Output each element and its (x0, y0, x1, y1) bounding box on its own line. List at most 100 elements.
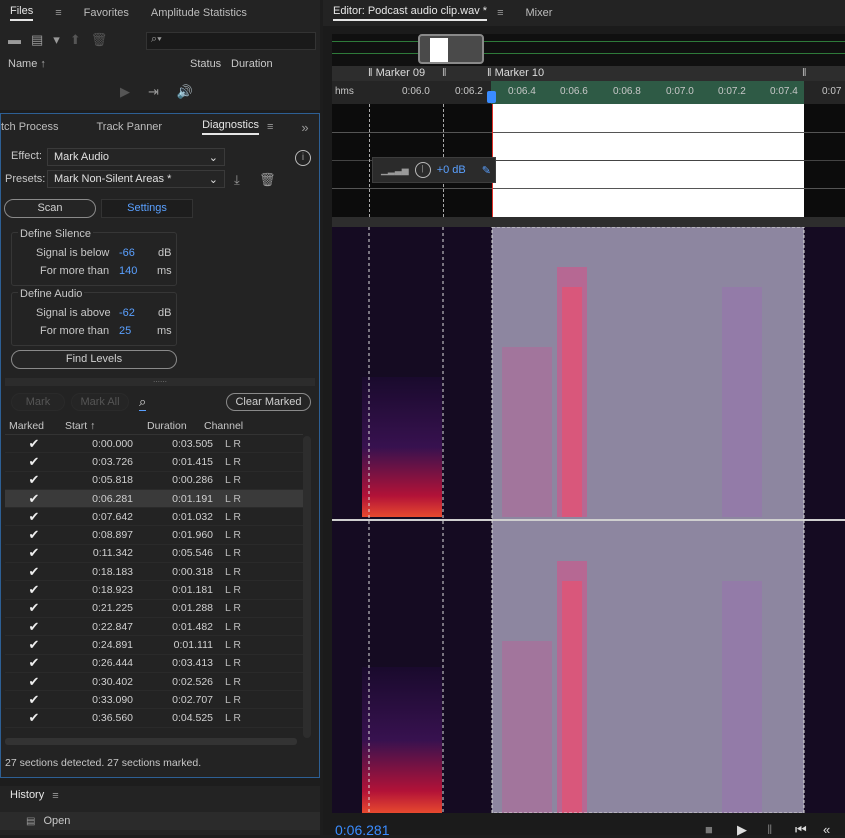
hud-gain[interactable]: ▁▂▃▅ | +0 dB ✎ (372, 157, 496, 183)
table-row[interactable]: ✔ 0:05.818 0:00.286 L R (5, 472, 303, 490)
check-icon[interactable]: ✔ (5, 436, 63, 452)
playhead-handle[interactable] (487, 91, 496, 103)
time-ruler[interactable]: hms 0:06.0 0:06.2 0:06.4 0:06.6 0:06.8 0… (332, 81, 845, 104)
open-folder-icon[interactable]: ▬ (8, 32, 21, 48)
table-scrollbar[interactable] (303, 436, 311, 738)
check-icon[interactable]: ✔ (5, 655, 63, 671)
menu-icon[interactable]: ≡ (267, 121, 273, 133)
overview-viewport[interactable] (418, 34, 484, 64)
speaker-icon[interactable]: 🔊 (177, 84, 193, 100)
tab-diagnostics[interactable]: Diagnostics (202, 119, 259, 135)
tab-files[interactable]: Files (10, 5, 34, 21)
table-row[interactable]: ✔ 0:11.342 0:05.546 L R (5, 545, 303, 564)
silence-duration-value[interactable]: 140 (119, 265, 137, 277)
pin-icon[interactable]: ✎ (482, 164, 491, 177)
mark-all-button[interactable]: Mark All (71, 393, 129, 411)
menu-icon[interactable]: ≡ (55, 7, 61, 19)
expand-icon[interactable]: » (301, 120, 308, 135)
check-icon[interactable]: ✔ (5, 674, 63, 690)
silence-signal-value[interactable]: -66 (119, 247, 135, 259)
effect-select[interactable]: Mark Audio ⌄ (47, 148, 225, 166)
horizontal-scrollbar[interactable] (5, 738, 297, 745)
table-row[interactable]: ✔ 0:07.642 0:01.032 L R (5, 508, 303, 527)
table-row[interactable]: ✔ 0:26.444 0:03.413 L R (5, 655, 303, 673)
check-icon[interactable]: ✔ (5, 472, 63, 488)
import-icon[interactable]: ▤ (31, 32, 43, 48)
tab-track-panner[interactable]: Track Panner (96, 121, 162, 133)
check-icon[interactable]: ✔ (5, 564, 63, 580)
presets-select[interactable]: Mark Non-Silent Areas * ⌄ (47, 170, 225, 188)
check-icon[interactable]: ✔ (5, 710, 63, 726)
check-icon[interactable]: ✔ (5, 582, 63, 598)
files-search-input[interactable]: ⌕▾ (146, 32, 316, 50)
save-preset-icon[interactable]: ⤓ (234, 172, 240, 188)
clear-marked-button[interactable]: Clear Marked (226, 393, 311, 411)
search-icon[interactable]: ⌕ (139, 394, 147, 411)
tab-favorites[interactable]: Favorites (84, 7, 129, 19)
check-icon[interactable]: ✔ (5, 600, 63, 616)
table-row[interactable]: ✔ 0:22.847 0:01.482 L R (5, 618, 303, 637)
table-row[interactable]: ✔ 0:18.923 0:01.181 L R (5, 581, 303, 600)
table-row[interactable]: ✔ 0:18.183 0:00.318 L R (5, 563, 303, 582)
check-icon[interactable]: ✔ (5, 545, 63, 561)
audio-signal-value[interactable]: -62 (119, 307, 135, 319)
new-file-icon[interactable]: ▾ (53, 32, 60, 48)
column-channel[interactable]: Channel (204, 420, 264, 432)
column-name[interactable]: Name (8, 58, 37, 70)
spectral-display[interactable] (332, 226, 845, 814)
history-item[interactable]: Open (43, 815, 70, 827)
overview-waveform[interactable] (332, 34, 845, 66)
timecode[interactable]: 0:06.281 (335, 822, 390, 838)
start-cell: 0:36.560 (92, 712, 133, 725)
column-status[interactable]: Status (190, 58, 221, 70)
gain-knob-icon[interactable]: | (414, 162, 431, 178)
tab-editor[interactable]: Editor: Podcast audio clip.wav * (333, 5, 488, 21)
play-icon[interactable]: ▶ (737, 822, 747, 838)
tab-amplitude-statistics[interactable]: Amplitude Statistics (151, 7, 247, 19)
check-icon[interactable]: ✔ (5, 509, 63, 525)
marker-09[interactable]: ‖ Marker 09 (368, 67, 425, 79)
scan-button[interactable]: Scan (4, 199, 96, 218)
history-title[interactable]: History (10, 789, 44, 803)
table-row[interactable]: ✔ 0:00.000 0:03.505 L R (5, 435, 303, 454)
menu-icon[interactable]: ≡ (497, 7, 503, 19)
table-row[interactable]: ✔ 0:03.726 0:01.415 L R (5, 453, 303, 472)
check-icon[interactable]: ✔ (5, 637, 63, 653)
waveform-view[interactable]: ▁▂▃▅ | +0 dB ✎ (332, 104, 845, 217)
check-icon[interactable]: ✔ (5, 692, 63, 708)
play-icon[interactable]: ▶ (120, 84, 130, 100)
mark-button[interactable]: Mark (11, 393, 65, 411)
table-row[interactable]: ✔ 0:06.281 0:01.191 L R (5, 489, 303, 509)
channel-cell: L R (225, 675, 241, 688)
marker-10[interactable]: ‖ Marker 10 (487, 67, 544, 79)
check-icon[interactable]: ✔ (5, 454, 63, 470)
check-icon[interactable]: ✔ (5, 491, 63, 507)
resize-handle[interactable]: ⋯⋯ (5, 378, 315, 386)
loop-icon[interactable]: ⇥ (148, 84, 159, 100)
channel-cell: L R (225, 584, 241, 597)
table-row[interactable]: ✔ 0:33.090 0:02.707 L R (5, 691, 303, 710)
settings-button[interactable]: Settings (101, 199, 193, 218)
table-row[interactable]: ✔ 0:36.560 0:04.525 L R (5, 709, 303, 728)
gain-value[interactable]: +0 dB (437, 164, 466, 176)
table-row[interactable]: ✔ 0:08.897 0:01.960 L R (5, 526, 303, 545)
check-icon[interactable]: ✔ (5, 619, 63, 635)
delete-preset-icon[interactable]: 🗑 (259, 172, 276, 188)
column-duration[interactable]: Duration (143, 420, 204, 432)
insert-icon[interactable]: ⬆ (70, 32, 81, 48)
tab-batch-process[interactable]: tch Process (1, 121, 58, 133)
audio-duration-value[interactable]: 25 (119, 325, 131, 337)
skip-back-icon[interactable]: ⏮ (795, 822, 807, 838)
find-levels-button[interactable]: Find Levels (11, 350, 177, 369)
table-row[interactable]: ✔ 0:30.402 0:02.526 L R (5, 673, 303, 692)
tab-mixer[interactable]: Mixer (526, 7, 553, 19)
info-icon[interactable]: i (295, 150, 311, 166)
check-icon[interactable]: ✔ (5, 527, 63, 543)
column-duration[interactable]: Duration (231, 58, 273, 70)
delete-icon[interactable]: 🗑 (91, 32, 108, 48)
table-row[interactable]: ✔ 0:21.225 0:01.288 L R (5, 600, 303, 618)
menu-icon[interactable]: ≡ (52, 790, 58, 802)
column-start[interactable]: Start ↑ (61, 420, 143, 432)
table-row[interactable]: ✔ 0:24.891 0:01.111 L R (5, 636, 303, 655)
column-marked[interactable]: Marked (5, 420, 61, 432)
